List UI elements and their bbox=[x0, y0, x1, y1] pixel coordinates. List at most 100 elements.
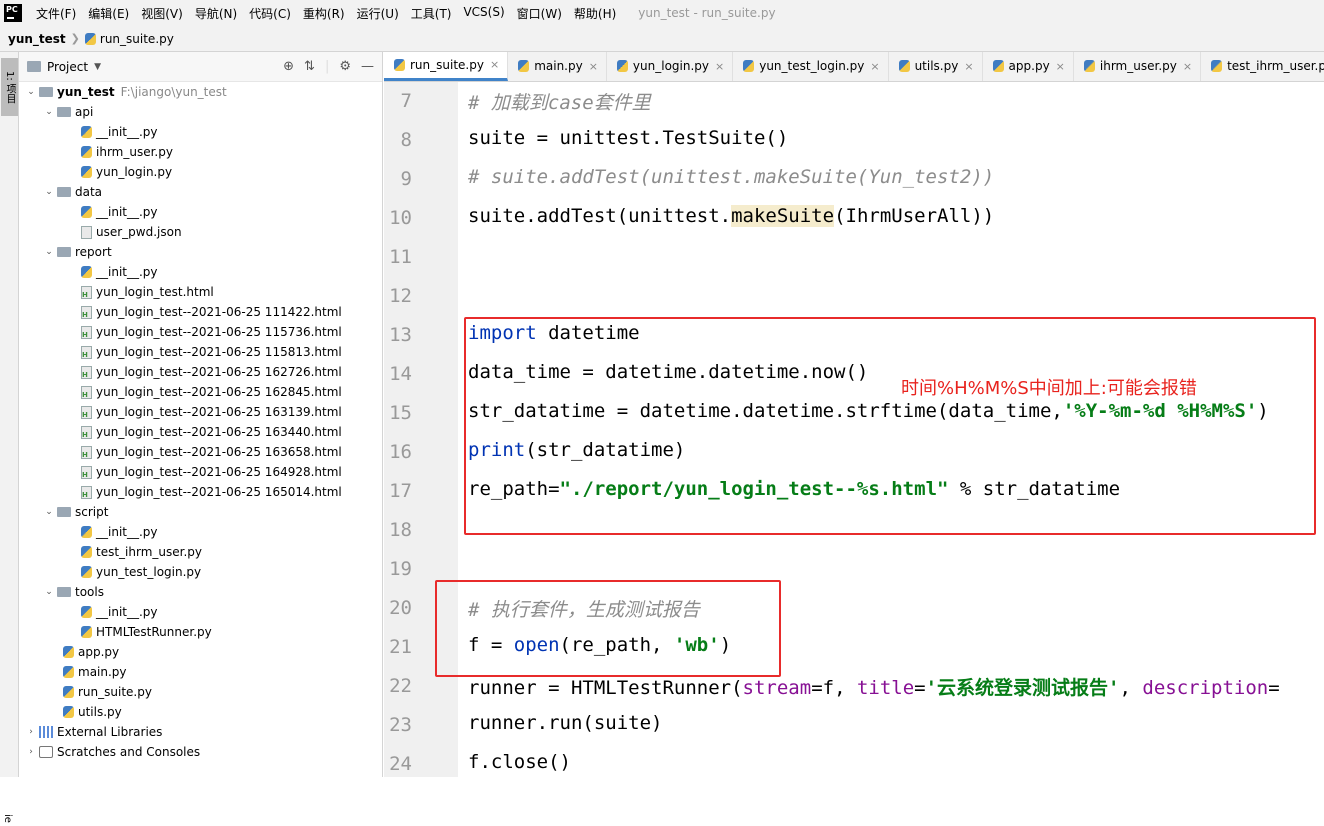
project-tool-button[interactable]: 1: 项目 bbox=[1, 58, 18, 116]
folder-icon bbox=[57, 107, 71, 117]
tree-item[interactable]: ⌄ api bbox=[19, 102, 382, 122]
tree-item[interactable]: yun_login_test--2021-06-25 115736.html bbox=[19, 322, 382, 342]
structure-tool-button[interactable]: ie bbox=[2, 812, 13, 826]
menu-item[interactable]: 文件(F) bbox=[30, 5, 82, 22]
breadcrumb-project[interactable]: yun_test bbox=[8, 32, 66, 46]
tree-item[interactable]: test_ihrm_user.py bbox=[19, 542, 382, 562]
tree-item[interactable]: yun_login_test--2021-06-25 164928.html bbox=[19, 462, 382, 482]
tree-item[interactable]: ⌄ script bbox=[19, 502, 382, 522]
tree-item[interactable]: main.py bbox=[19, 662, 382, 682]
editor-tab[interactable]: main.py × bbox=[508, 52, 607, 81]
tree-item[interactable]: __init__.py bbox=[19, 122, 382, 142]
python-file-icon bbox=[616, 60, 628, 72]
editor-tab[interactable]: utils.py × bbox=[889, 52, 983, 81]
close-icon[interactable]: × bbox=[1183, 60, 1192, 73]
code-line[interactable]: suite = unittest.TestSuite() bbox=[468, 127, 788, 149]
tree-item-label: HTMLTestRunner.py bbox=[96, 625, 212, 639]
tree-item[interactable]: user_pwd.json bbox=[19, 222, 382, 242]
chevron-down-icon[interactable]: ▼ bbox=[94, 62, 101, 72]
close-icon[interactable]: × bbox=[964, 60, 973, 73]
code-line[interactable]: runner.run(suite) bbox=[468, 712, 662, 734]
minimize-icon[interactable]: — bbox=[361, 59, 374, 74]
project-panel-title[interactable]: Project bbox=[47, 60, 88, 74]
tree-item[interactable]: run_suite.py bbox=[19, 682, 382, 702]
menu-item[interactable]: 视图(V) bbox=[135, 5, 189, 22]
chevron-down-icon[interactable]: ⌄ bbox=[43, 587, 55, 597]
tree-item[interactable]: __init__.py bbox=[19, 522, 382, 542]
menu-item[interactable]: 重构(R) bbox=[297, 5, 351, 22]
tree-item[interactable]: yun_test_login.py bbox=[19, 562, 382, 582]
close-icon[interactable]: × bbox=[490, 58, 499, 71]
code-line[interactable]: # 加载到case套件里 bbox=[468, 88, 651, 115]
menu-item[interactable]: 编辑(E) bbox=[82, 5, 135, 22]
code-line[interactable]: # suite.addTest(unittest.makeSuite(Yun_t… bbox=[468, 166, 994, 188]
tree-item[interactable]: yun_login_test--2021-06-25 115813.html bbox=[19, 342, 382, 362]
breadcrumb-file[interactable]: run_suite.py bbox=[84, 32, 174, 46]
menu-item[interactable]: 工具(T) bbox=[405, 5, 458, 22]
project-panel: Project ▼ ⊕ ⇅ | ⚙ — ⌄ yun_test F:\jiango\y… bbox=[19, 52, 383, 777]
editor-tab[interactable]: yun_login.py × bbox=[607, 52, 734, 81]
gear-icon[interactable]: ⚙ bbox=[339, 59, 351, 74]
tree-item[interactable]: yun_login_test--2021-06-25 162726.html bbox=[19, 362, 382, 382]
tree-item[interactable]: ⌄ tools bbox=[19, 582, 382, 602]
tree-item[interactable]: yun_login_test--2021-06-25 163139.html bbox=[19, 402, 382, 422]
folder-icon bbox=[57, 587, 71, 597]
tree-item[interactable]: ⌄ data bbox=[19, 182, 382, 202]
tree-item[interactable]: yun_login.py bbox=[19, 162, 382, 182]
tree-item[interactable]: yun_login_test.html bbox=[19, 282, 382, 302]
chevron-down-icon[interactable]: ⌄ bbox=[43, 247, 55, 257]
tree-item[interactable]: ⌄ yun_test F:\jiango\yun_test bbox=[19, 82, 382, 102]
code-line[interactable]: suite.addTest(unittest.makeSuite(IhrmUse… bbox=[468, 205, 994, 227]
menu-item[interactable]: VCS(S) bbox=[457, 5, 510, 22]
tree-item-label: tools bbox=[75, 585, 104, 599]
code-line[interactable]: runner = HTMLTestRunner(stream=f, title=… bbox=[468, 673, 1280, 700]
menu-item[interactable]: 导航(N) bbox=[189, 5, 243, 22]
editor-tabs: run_suite.py × main.py × yun_login.py × yun_te… bbox=[384, 52, 1324, 82]
python-file-icon bbox=[63, 666, 74, 678]
structure-tool-label: ie bbox=[2, 814, 13, 823]
menu-item[interactable]: 运行(U) bbox=[351, 5, 405, 22]
tree-item[interactable]: yun_login_test--2021-06-25 163658.html bbox=[19, 442, 382, 462]
code-line[interactable]: f.close() bbox=[468, 751, 571, 773]
tree-item[interactable]: yun_login_test--2021-06-25 162845.html bbox=[19, 382, 382, 402]
python-file-icon bbox=[743, 60, 755, 72]
menu-item[interactable]: 窗口(W) bbox=[511, 5, 568, 22]
collapse-all-icon[interactable]: ⇅ bbox=[304, 59, 315, 74]
editor-tab[interactable]: yun_test_login.py × bbox=[733, 52, 889, 81]
editor-tab[interactable]: test_ihrm_user.py× bbox=[1201, 52, 1324, 81]
chevron-down-icon[interactable]: ⌄ bbox=[43, 507, 55, 517]
chevron-down-icon[interactable]: ⌄ bbox=[43, 187, 55, 197]
menu-item[interactable]: 帮助(H) bbox=[568, 5, 622, 22]
tree-item[interactable]: yun_login_test--2021-06-25 111422.html bbox=[19, 302, 382, 322]
locate-file-icon[interactable]: ⊕ bbox=[283, 59, 294, 74]
close-icon[interactable]: × bbox=[1056, 60, 1065, 73]
tree-item[interactable]: __init__.py bbox=[19, 202, 382, 222]
close-icon[interactable]: × bbox=[870, 60, 879, 73]
editor-tab[interactable]: app.py × bbox=[983, 52, 1074, 81]
close-icon[interactable]: × bbox=[589, 60, 598, 73]
menu-item[interactable]: 代码(C) bbox=[243, 5, 297, 22]
line-number: 11 bbox=[389, 246, 412, 268]
tree-item[interactable]: ihrm_user.py bbox=[19, 142, 382, 162]
tree-item[interactable]: yun_login_test--2021-06-25 163440.html bbox=[19, 422, 382, 442]
close-icon[interactable]: × bbox=[715, 60, 724, 73]
tree-item-label: yun_login_test--2021-06-25 115813.html bbox=[96, 345, 342, 359]
chevron-down-icon[interactable]: ⌄ bbox=[25, 87, 37, 97]
tree-item[interactable]: utils.py bbox=[19, 702, 382, 722]
chevron-right-icon[interactable]: › bbox=[25, 727, 37, 737]
line-number: 7 bbox=[400, 90, 412, 112]
tree-item[interactable]: › External Libraries bbox=[19, 722, 382, 742]
tree-item[interactable]: yun_login_test--2021-06-25 165014.html bbox=[19, 482, 382, 502]
tree-item[interactable]: › Scratches and Consoles bbox=[19, 742, 382, 762]
tree-item[interactable]: HTMLTestRunner.py bbox=[19, 622, 382, 642]
tree-item[interactable]: ⌄ report bbox=[19, 242, 382, 262]
chevron-right-icon[interactable]: › bbox=[25, 747, 37, 757]
tree-item[interactable]: app.py bbox=[19, 642, 382, 662]
tree-item-label: yun_login_test.html bbox=[96, 285, 214, 299]
chevron-down-icon[interactable]: ⌄ bbox=[43, 107, 55, 117]
tree-item[interactable]: __init__.py bbox=[19, 602, 382, 622]
editor-tab[interactable]: ihrm_user.py × bbox=[1074, 52, 1202, 81]
tree-item[interactable]: __init__.py bbox=[19, 262, 382, 282]
editor-tab[interactable]: run_suite.py × bbox=[384, 52, 509, 81]
tree-item-label: yun_login_test--2021-06-25 163658.html bbox=[96, 445, 342, 459]
